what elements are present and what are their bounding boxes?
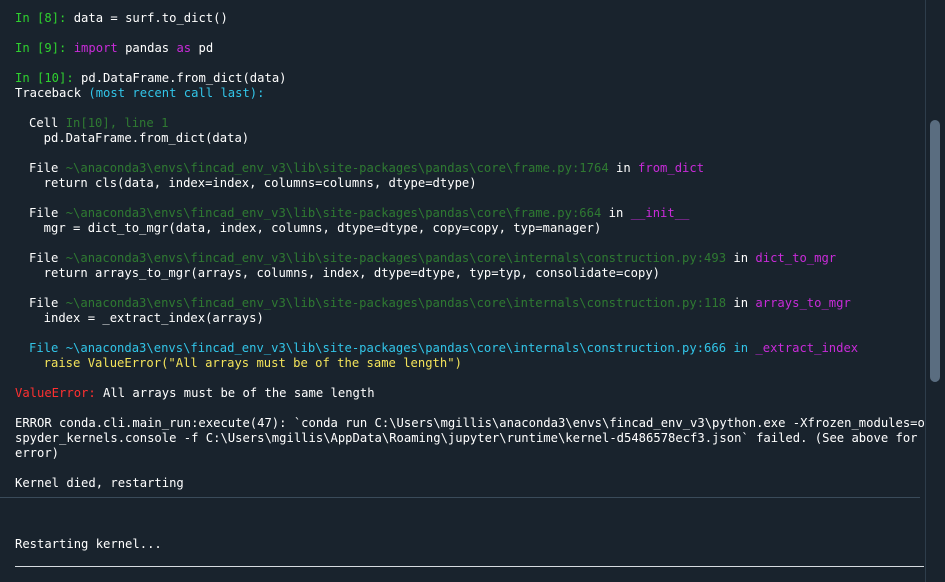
traceback-code-line: pd.DataFrame.from_dict(data) — [29, 131, 250, 145]
traceback-frame: File ~\anaconda3\envs\fincad_env_v3\lib\… — [29, 206, 690, 220]
conda-error-line: error) — [15, 446, 60, 460]
traceback-header: Traceback (most recent call last): — [15, 86, 265, 100]
scrollbar-thumb[interactable] — [930, 120, 940, 382]
input-code: pd.DataFrame.from_dict(data) — [81, 71, 287, 85]
file-path-link[interactable]: ~\anaconda3\envs\fincad_env_v3\lib\site-… — [66, 296, 726, 310]
divider — [0, 497, 920, 498]
function-name: dict_to_mgr — [755, 251, 837, 265]
traceback-code-line: return arrays_to_mgr(arrays, columns, in… — [29, 266, 661, 280]
keyword-as: as — [176, 41, 192, 55]
file-path-link[interactable]: ~\anaconda3\envs\fincad_env_v3\lib\site-… — [66, 341, 726, 355]
input-prompt: In [10]: — [15, 71, 74, 85]
traceback-frame-current: File ~\anaconda3\envs\fincad_env_v3\lib\… — [29, 341, 859, 355]
function-name: __init__ — [630, 206, 690, 220]
file-path-link[interactable]: ~\anaconda3\envs\fincad_env_v3\lib\site-… — [66, 251, 726, 265]
input-code: data = surf.to_dict() — [73, 11, 228, 25]
traceback-code-line: return cls(data, index=index, columns=co… — [29, 176, 477, 190]
file-path-link[interactable]: ~\anaconda3\envs\fincad_env_v3\lib\site-… — [66, 161, 609, 175]
alias-name: pd — [198, 41, 214, 55]
conda-error-line: ERROR conda.cli.main_run:execute(47): `c… — [15, 416, 925, 430]
keyword-import: import — [73, 41, 118, 55]
module-name: pandas — [125, 41, 170, 55]
traceback-code-line: index = _extract_index(arrays) — [29, 311, 264, 325]
kernel-died-message: Kernel died, restarting — [15, 476, 184, 490]
function-name: _extract_index — [755, 341, 859, 355]
ipython-console-output[interactable]: In [8]: data = surf.to_dict() In [9]: im… — [0, 0, 925, 582]
error-line: ValueError: All arrays must be of the sa… — [15, 386, 375, 401]
input-cell-8: In [8]: data = surf.to_dict() — [15, 11, 228, 26]
traceback-frame: File ~\anaconda3\envs\fincad_env_v3\lib\… — [29, 296, 851, 310]
function-name: arrays_to_mgr — [755, 296, 851, 310]
traceback-frame: File ~\anaconda3\envs\fincad_env_v3\lib\… — [29, 161, 705, 175]
input-prompt: In [8]: — [15, 11, 67, 25]
file-path-link[interactable]: ~\anaconda3\envs\fincad_env_v3\lib\site-… — [66, 206, 602, 220]
error-message: All arrays must be of the same length — [95, 386, 375, 400]
divider — [15, 566, 924, 567]
input-cell-9: In [9]: import pandas as pd — [15, 41, 213, 56]
error-type: ValueError: — [15, 386, 96, 400]
traceback-code-line: raise ValueError("All arrays must be of … — [29, 356, 462, 370]
cell-link[interactable]: In[10], line 1 — [66, 116, 169, 130]
input-prompt: In [9]: — [15, 41, 67, 55]
restarting-kernel-message: Restarting kernel... — [15, 537, 162, 551]
input-cell-10: In [10]: pd.DataFrame.from_dict(data) — [15, 71, 287, 86]
conda-error-line: spyder_kernels.console -f C:\Users\mgill… — [15, 431, 918, 445]
traceback-code-line: mgr = dict_to_mgr(data, index, columns, … — [29, 221, 602, 235]
function-name: from_dict — [638, 161, 705, 175]
traceback-frame: File ~\anaconda3\envs\fincad_env_v3\lib\… — [29, 251, 837, 265]
vertical-scrollbar[interactable] — [925, 0, 945, 582]
traceback-cell-ref: Cell In[10], line 1 — [29, 116, 169, 130]
